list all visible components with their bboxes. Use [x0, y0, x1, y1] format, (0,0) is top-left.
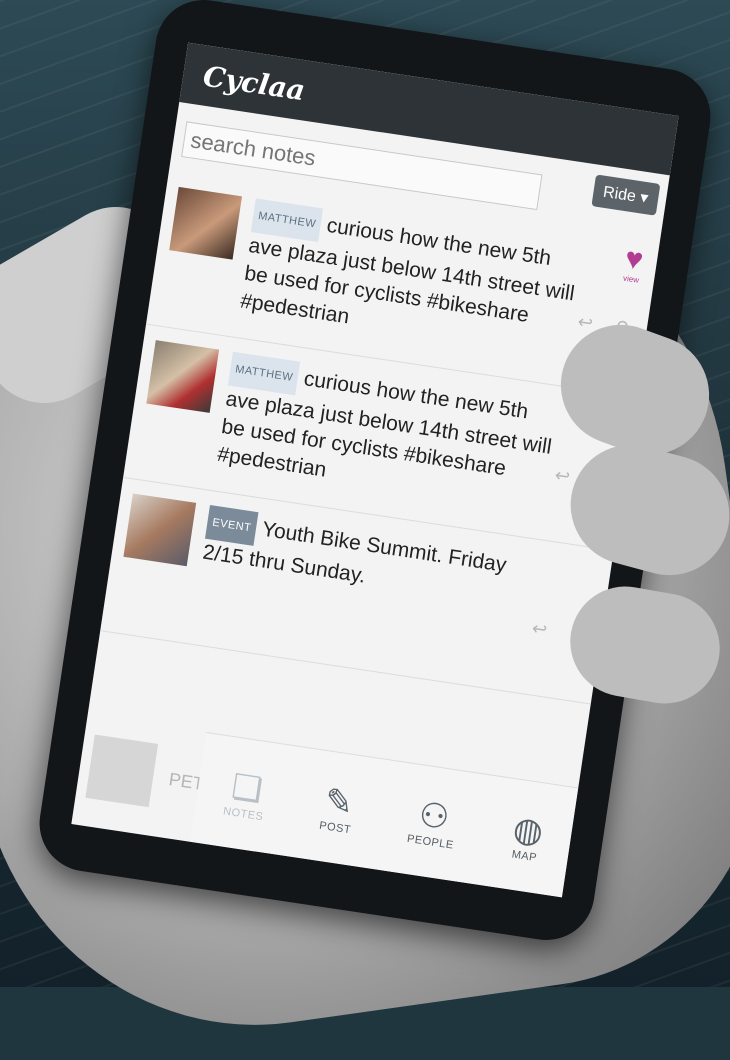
- globe-icon: ◍: [510, 809, 546, 852]
- reply-icon[interactable]: ↩: [531, 618, 549, 640]
- heart-icon: ♥: [622, 241, 646, 278]
- nav-map[interactable]: ◍ MAP: [509, 809, 546, 865]
- like-button[interactable]: ♥ view: [622, 241, 646, 285]
- avatar-placeholder: [85, 734, 159, 808]
- bottom-nav: ❏ NOTES ✎ POST ⚇ PEOPLE ◍ MAP: [190, 731, 579, 898]
- ride-filter-label: Ride: [601, 183, 637, 206]
- ride-filter-button[interactable]: Ride ▾: [590, 174, 661, 216]
- nav-people[interactable]: ⚇ PEOPLE: [406, 793, 460, 852]
- event-tag[interactable]: EVENT: [204, 504, 259, 546]
- post-icon: ✎: [322, 781, 356, 824]
- notes-icon: ❏: [229, 767, 265, 810]
- reply-icon[interactable]: ↩: [576, 311, 594, 333]
- avatar[interactable]: [169, 186, 242, 260]
- avatar[interactable]: [123, 493, 197, 567]
- people-icon: ⚇: [416, 795, 453, 838]
- reply-icon[interactable]: ↩: [554, 465, 572, 487]
- nav-notes[interactable]: ❏ NOTES: [222, 766, 270, 824]
- nav-post[interactable]: ✎ POST: [318, 780, 357, 836]
- avatar[interactable]: [146, 340, 220, 413]
- app-title: Cyclaa: [201, 58, 308, 107]
